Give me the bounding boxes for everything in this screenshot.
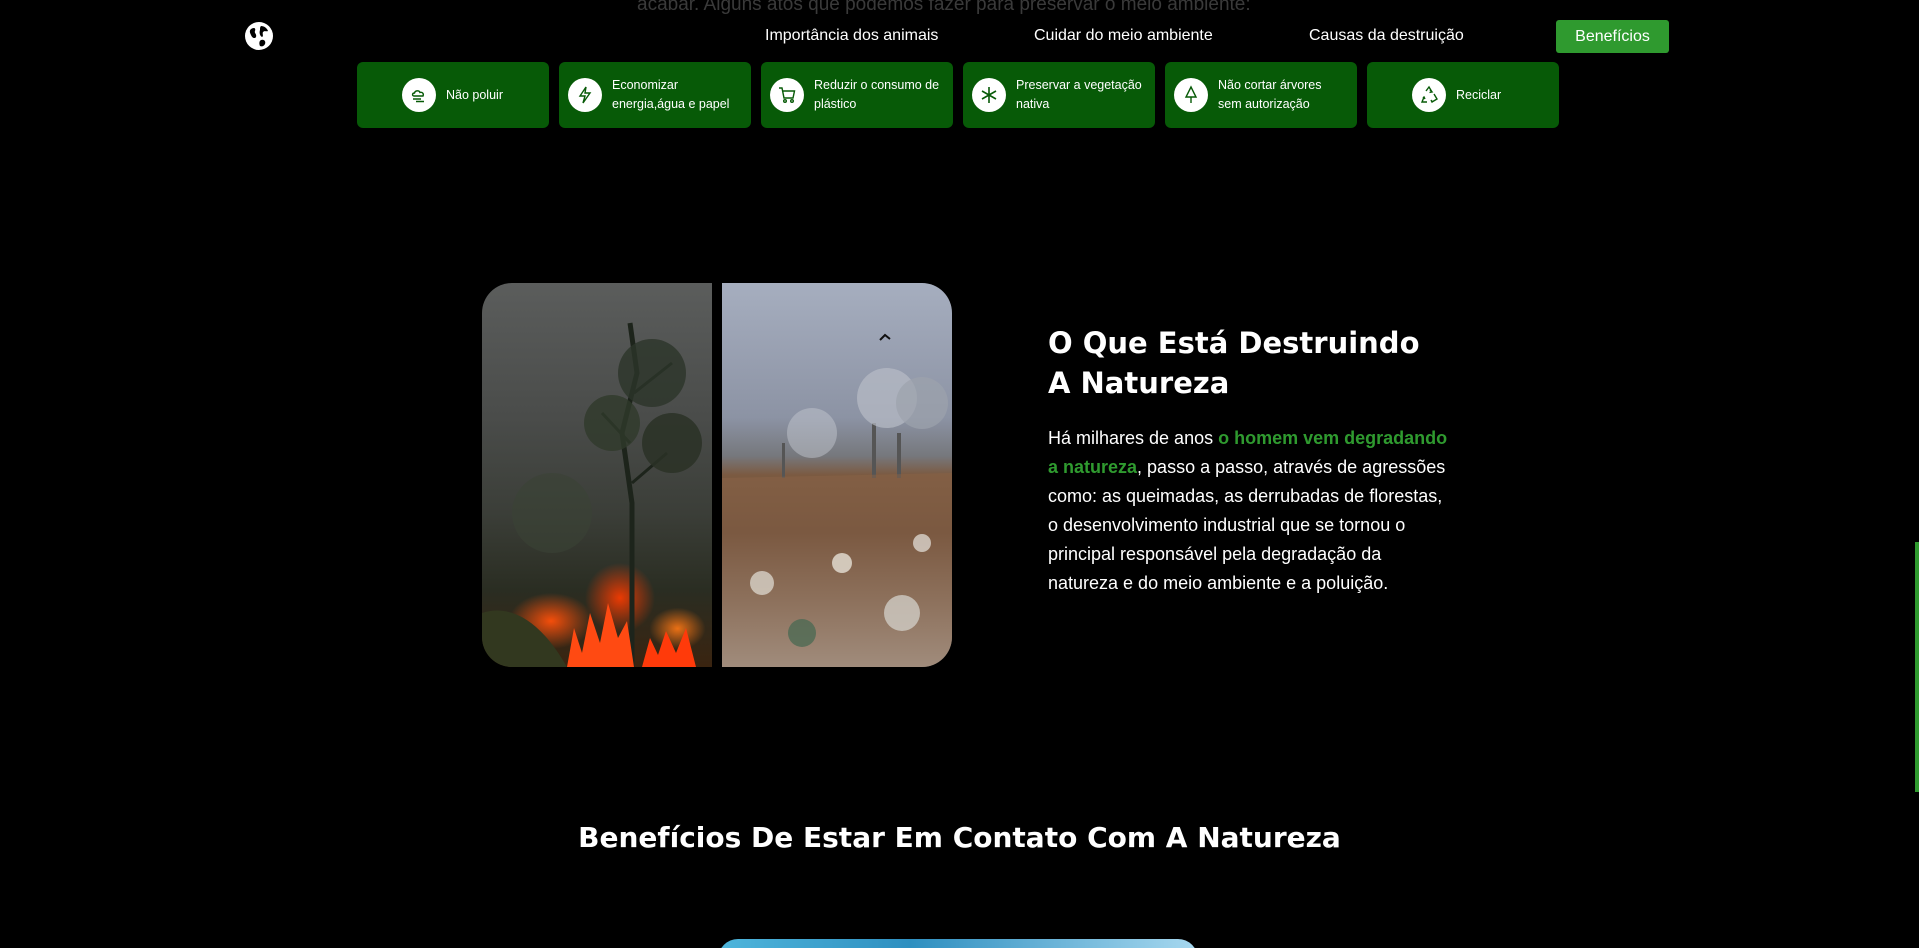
action-tile-nao-cortar-arvores[interactable]: Não cortar árvores sem autorização (1165, 62, 1357, 128)
action-tile-label: Reduzir o consumo de plástico (814, 78, 940, 111)
section-paragraph: Há milhares de anos o homem vem degradan… (1048, 424, 1448, 598)
preservation-actions-list: Não poluir Economizar energia,água e pap… (357, 62, 1559, 128)
wildfire-photo (482, 283, 712, 667)
tree-icon (1174, 78, 1208, 112)
action-tile-preservar-vegetacao[interactable]: Preservar a vegetação nativa (963, 62, 1155, 128)
nav-link-importancia-animais[interactable]: Importância dos animais (765, 27, 938, 45)
cloud-icon (402, 78, 436, 112)
nav-link-cuidar-meio-ambiente[interactable]: Cuidar do meio ambiente (1034, 27, 1213, 45)
action-tile-label: Não cortar árvores sem autorização (1218, 78, 1322, 111)
scrollbar-thumb[interactable] (1915, 542, 1919, 792)
section-title: O Que Está Destruindo A Natureza (1048, 326, 1420, 400)
action-tile-reduzir-plastico[interactable]: Reduzir o consumo de plástico (761, 62, 953, 128)
landfill-photo (722, 283, 952, 667)
action-tile-economizar[interactable]: Economizar energia,água e papel (559, 62, 751, 128)
nav-link-causas-destruicao[interactable]: Causas da destruição (1309, 27, 1464, 45)
section-intro-text: acabar. Alguns atos que podemos fazer pa… (637, 0, 1251, 15)
action-tile-label: Preservar a vegetação nativa (1016, 78, 1142, 111)
nav-button-beneficios[interactable]: Benefícios (1556, 20, 1669, 53)
action-tile-label: Economizar energia,água e papel (612, 78, 730, 111)
paragraph-text-end: , passo a passo, através de agressões co… (1048, 457, 1446, 593)
cart-icon (770, 78, 804, 112)
lightning-icon (568, 78, 602, 112)
recycle-icon (1412, 78, 1446, 112)
benefits-image (718, 939, 1198, 948)
snowflake-icon (972, 78, 1006, 112)
action-tile-label: Não poluir (446, 87, 503, 102)
globe-icon[interactable] (243, 20, 275, 52)
action-tile-reciclar[interactable]: Reciclar (1367, 62, 1559, 128)
paragraph-text-start: Há milhares de anos (1048, 428, 1219, 448)
destruction-photos (482, 283, 952, 667)
action-tile-label: Reciclar (1456, 87, 1502, 102)
action-tile-nao-poluir[interactable]: Não poluir (357, 62, 549, 128)
benefits-section-title: Benefícios De Estar Em Contato Com A Nat… (578, 821, 1341, 854)
